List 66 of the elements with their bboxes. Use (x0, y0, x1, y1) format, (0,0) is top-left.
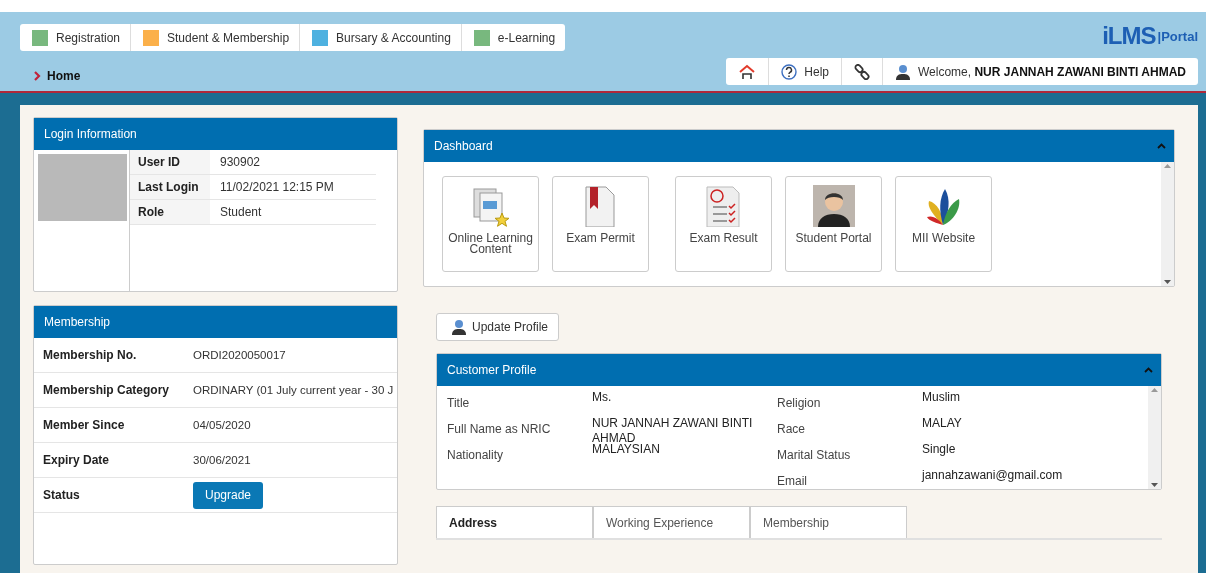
field-value: 04/05/2020 (193, 419, 251, 431)
field-label: Role (130, 200, 210, 224)
field-label: Membership Category (43, 383, 171, 397)
upgrade-button[interactable]: Upgrade (193, 481, 264, 509)
field-label: Title (447, 395, 471, 412)
chevron-icon (34, 71, 41, 81)
field-value: ORDINARY (01 July current year - 30 J (193, 384, 394, 396)
tab[interactable]: Working Experience (593, 506, 750, 538)
breadcrumb-link[interactable]: Home (47, 69, 81, 83)
tab[interactable]: Address (436, 506, 593, 538)
update-profile-button[interactable]: Update Profile (436, 313, 560, 341)
field-value: MALAYSIAN (592, 442, 661, 458)
field-label: Race (777, 421, 806, 438)
module-menu-item[interactable]: e-Learning (461, 24, 566, 51)
field-label: Marital Status (777, 447, 852, 464)
home-icon (738, 63, 757, 80)
panel-title: Membership (44, 315, 111, 329)
field-value: Single (922, 442, 957, 458)
user-icon (895, 63, 911, 80)
user-icon (451, 319, 467, 335)
field-label: User ID (130, 150, 210, 174)
field-value: Ms. (592, 390, 613, 406)
module-menu-item[interactable]: Registration (20, 24, 132, 51)
scroll-up-icon (1151, 388, 1158, 392)
field-label: Member Since (43, 418, 126, 432)
field-label: Status (43, 488, 81, 502)
field-value: Muslim (922, 390, 961, 406)
field-label: Last Login (130, 175, 210, 199)
panel-title: Login Information (44, 127, 137, 141)
scrollbar[interactable] (1161, 162, 1174, 286)
dashboard-tile[interactable]: Online Learning Content (442, 176, 539, 272)
field-value: Student (219, 205, 262, 219)
field-value: MALAY (922, 416, 963, 432)
dashboard-tile[interactable]: Student Portal (785, 176, 882, 272)
field-value: 930902 (219, 155, 261, 169)
help-link[interactable]: Help (769, 58, 842, 85)
person-avatar-icon (812, 185, 855, 227)
scrollbar[interactable] (1148, 386, 1161, 489)
field-label: Membership No. (43, 348, 138, 362)
dashboard-tile[interactable]: MII Website (895, 176, 992, 272)
module-menu-item[interactable]: Bursary & Accounting (300, 24, 462, 51)
dashboard-tile[interactable]: Exam Permit (552, 176, 649, 272)
tab[interactable]: Membership (750, 506, 907, 538)
panel-title: Dashboard (434, 139, 493, 153)
field-label: Full Name as NRIC (447, 421, 552, 438)
chain-link-icon (854, 63, 870, 80)
field-value: 11/02/2021 12:15 PM (219, 180, 334, 194)
help-icon (781, 63, 798, 80)
scroll-down-icon (1151, 483, 1158, 487)
field-label: Religion (777, 395, 822, 412)
field-value: 30/06/2021 (193, 454, 251, 466)
module-menu-item[interactable]: Student & Membership (131, 24, 301, 51)
logo-text: iLMS (1102, 24, 1156, 48)
field-value: ORDI2020050017 (193, 349, 286, 361)
welcome-text: Welcome, NUR JANNAH ZAWANI BINTI AHMAD (918, 64, 1186, 79)
field-value: jannahzawani@gmail.com (922, 468, 1064, 484)
welcome-user[interactable]: Welcome, NUR JANNAH ZAWANI BINTI AHMAD (883, 58, 1198, 85)
logo-suffix: |Portal (1157, 29, 1198, 44)
field-value: NUR JANNAH ZAWANI BINTI AHMAD (592, 416, 754, 442)
scroll-down-icon (1164, 280, 1171, 284)
field-label: Expiry Date (43, 453, 111, 467)
panel-title: Customer Profile (447, 363, 537, 377)
dashboard-tile[interactable]: Exam Result (675, 176, 772, 272)
scroll-up-icon (1164, 164, 1171, 168)
field-label: Nationality (447, 447, 505, 464)
field-label: Email (777, 473, 808, 489)
